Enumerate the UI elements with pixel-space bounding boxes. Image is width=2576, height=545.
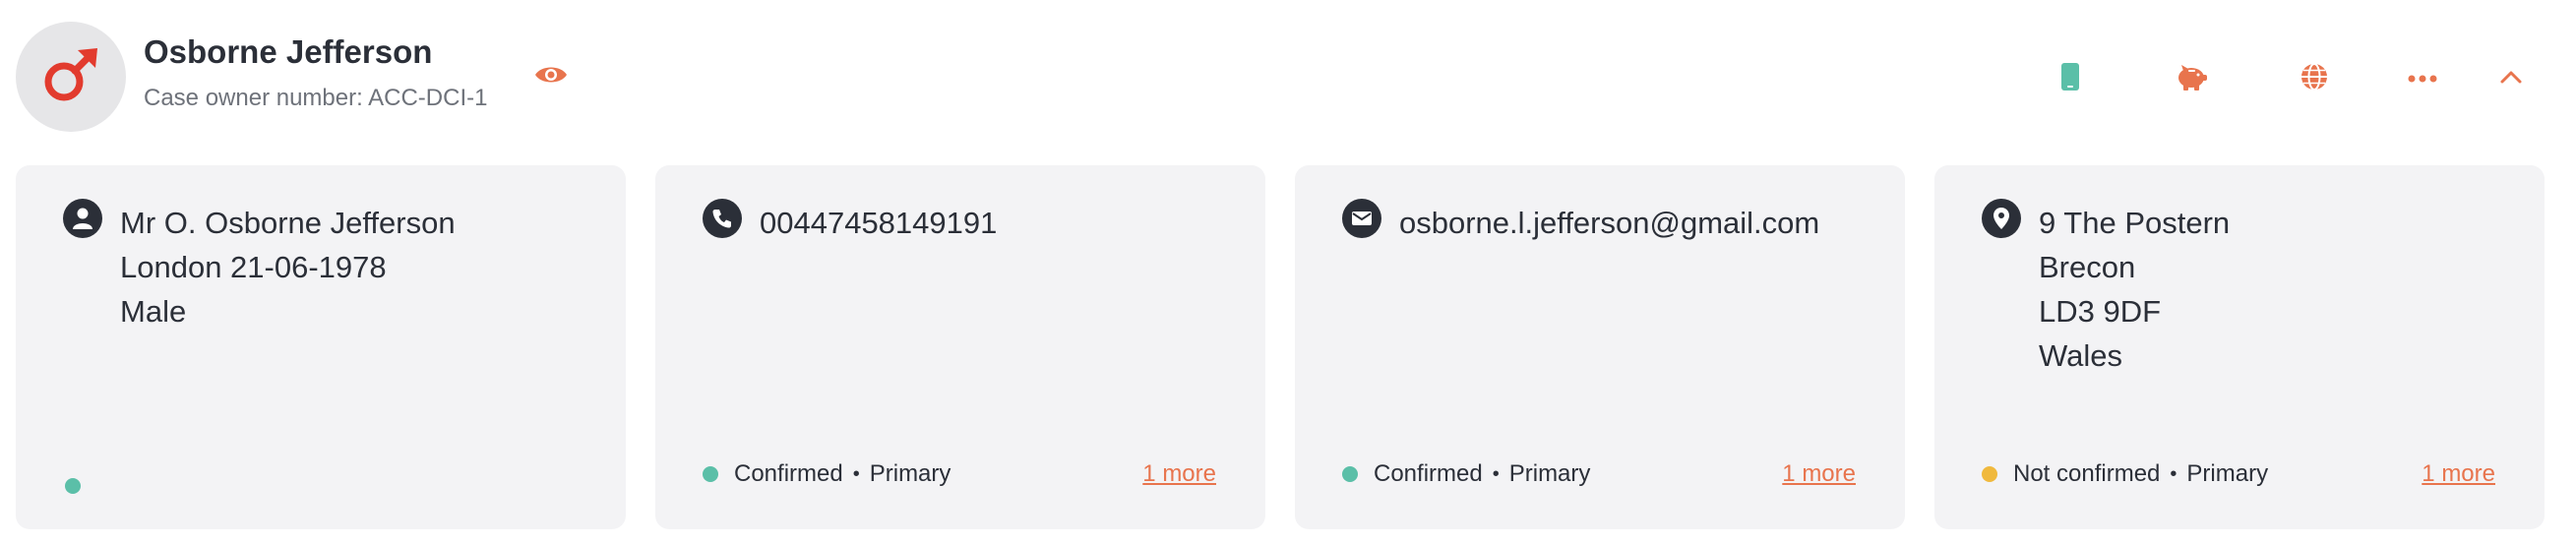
phone-number: 00447458149191 (760, 206, 998, 240)
email-status: Confirmed • Primary (1342, 460, 1590, 488)
male-symbol-icon (40, 44, 101, 110)
address-lines: 9 The Postern Brecon LD3 9DF Wales (2039, 201, 2230, 378)
person-icon (63, 199, 102, 238)
more-options-button[interactable] (2401, 57, 2444, 100)
web-button[interactable] (2293, 57, 2336, 100)
type-label: Primary (1508, 460, 1591, 487)
more-icon (2408, 70, 2437, 88)
status-dot (65, 478, 81, 494)
personal-details-lines: Mr O. Osborne Jefferson London 21-06-197… (120, 201, 456, 333)
status-label: Confirmed (734, 460, 843, 487)
status-label: Not confirmed (2013, 460, 2161, 487)
avatar (16, 22, 126, 132)
birth-place-date: London 21-06-1978 (120, 250, 387, 284)
mobile-button[interactable] (2049, 57, 2092, 100)
phone-more-link[interactable]: 1 more (1142, 460, 1216, 488)
phone-status: Confirmed • Primary (703, 460, 951, 488)
separator-dot: • (2170, 462, 2177, 485)
address-more-link[interactable]: 1 more (2422, 460, 2495, 488)
not-confirmed-dot (1982, 466, 1997, 482)
envelope-icon (1342, 199, 1381, 238)
email-card: osborne.l.jefferson@gmail.com Confirmed … (1295, 165, 1905, 529)
address-town: Brecon (2039, 250, 2136, 284)
type-label: Primary (869, 460, 951, 487)
separator-dot: • (1492, 462, 1500, 485)
gender: Male (120, 294, 187, 329)
address-street: 9 The Postern (2039, 206, 2231, 240)
email-address: osborne.l.jefferson@gmail.com (1399, 206, 1820, 240)
globe-icon (2300, 62, 2329, 96)
status-label: Confirmed (1374, 460, 1483, 487)
case-owner-number: Case owner number: ACC-DCI-1 (144, 85, 488, 111)
confirmed-dot (1342, 466, 1358, 482)
address-postcode: LD3 9DF (2039, 294, 2162, 329)
personal-details-card: Mr O. Osborne Jefferson London 21-06-197… (16, 165, 626, 529)
type-label: Primary (2186, 460, 2269, 487)
location-pin-icon (1982, 199, 2021, 238)
address-card: 9 The Postern Brecon LD3 9DF Wales Not c… (1934, 165, 2545, 529)
mobile-phone-icon (2060, 62, 2080, 96)
collapse-button[interactable] (2489, 57, 2533, 100)
chevron-up-icon (2499, 69, 2523, 90)
email-more-link[interactable]: 1 more (1782, 460, 1856, 488)
finance-button[interactable] (2171, 57, 2214, 100)
confirmed-dot (703, 466, 718, 482)
eye-icon (534, 63, 568, 91)
profile-name: Osborne Jefferson (144, 33, 433, 70)
address-status: Not confirmed • Primary (1982, 460, 2268, 488)
address-country: Wales (2039, 338, 2122, 373)
phone-card: 00447458149191 Confirmed • Primary 1 mor… (655, 165, 1265, 529)
piggy-bank-icon (2176, 63, 2209, 95)
full-name: Mr O. Osborne Jefferson (120, 206, 456, 240)
phone-icon (703, 199, 742, 238)
view-button[interactable] (531, 61, 571, 92)
profile-header: Osborne Jefferson Case owner number: ACC… (0, 0, 2576, 157)
separator-dot: • (852, 462, 860, 485)
